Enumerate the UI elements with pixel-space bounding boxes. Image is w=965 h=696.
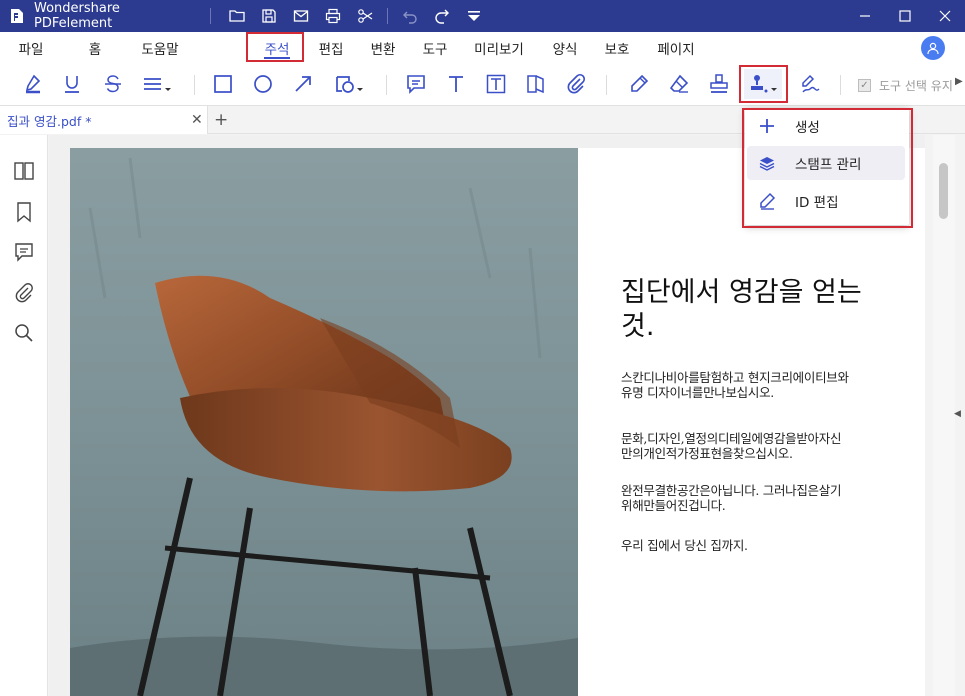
annotation-toolbar: ✓ 도구 선택 유지: [0, 63, 965, 106]
menu-page[interactable]: 페이지: [650, 32, 702, 63]
divider: [606, 75, 607, 95]
title-bar: Wondershare PDFelement: [0, 0, 965, 32]
highlight-icon[interactable]: [18, 69, 48, 99]
menu-bar: 파일 홈 도움말 주석 편집 변환 도구 미리보기 양식 보호 페이지: [0, 32, 965, 63]
keep-tool-label: 도구 선택 유지: [879, 79, 953, 93]
rectangle-icon[interactable]: [208, 69, 238, 99]
document-heading: 집단에서 영감을 얻는것.: [621, 277, 862, 342]
arrow-icon[interactable]: [288, 69, 318, 99]
shapes-icon[interactable]: [330, 69, 368, 99]
highlight-stamp-menu: [742, 108, 913, 228]
menu-help[interactable]: 도움말: [134, 32, 186, 63]
vertical-scrollbar[interactable]: [933, 135, 955, 696]
close-tab-icon[interactable]: ✕: [191, 113, 203, 127]
circle-icon[interactable]: [248, 69, 278, 99]
keep-tool-checkbox[interactable]: ✓: [858, 79, 871, 92]
chair-photo: [70, 148, 578, 696]
document-paragraph: 문화,디자인,열정의디테일에영감을받아자신만의개인적가정표현을찾으십시오.: [621, 431, 842, 461]
divider: [386, 75, 387, 95]
menu-preview[interactable]: 미리보기: [468, 32, 530, 63]
menu-file[interactable]: 파일: [10, 32, 52, 63]
thumbnails-icon[interactable]: [12, 159, 36, 183]
minimize-button[interactable]: [848, 0, 882, 32]
comments-icon[interactable]: [12, 240, 36, 264]
mail-icon[interactable]: [285, 0, 317, 32]
underline-icon[interactable]: [57, 69, 87, 99]
menu-tools[interactable]: 도구: [416, 32, 454, 63]
attachment-icon[interactable]: [561, 69, 591, 99]
divider: [210, 8, 211, 24]
callout-icon[interactable]: [521, 69, 551, 99]
customize-icon[interactable]: [458, 0, 490, 32]
signature-icon[interactable]: [796, 69, 826, 99]
bookmark-icon[interactable]: [12, 200, 36, 224]
user-avatar[interactable]: [921, 36, 945, 60]
document-paragraph: 스칸디나비아를탐험하고 현지크리에이티브와유명 디자이너를만나보십시오.: [621, 370, 849, 400]
text-tool-icon[interactable]: [441, 69, 471, 99]
document-tab[interactable]: 집과 영감.pdf *: [0, 106, 208, 134]
stamp-icon[interactable]: [704, 69, 734, 99]
pencil-icon[interactable]: [624, 69, 654, 99]
menu-edit[interactable]: 편집: [312, 32, 350, 63]
document-tab-label: 집과 영감.pdf *: [7, 113, 92, 129]
highlight-comment-menu: [246, 32, 304, 62]
highlight-stamp-button: [739, 65, 788, 103]
folder-icon[interactable]: [221, 0, 253, 32]
scrollbar-thumb[interactable]: [939, 163, 948, 219]
save-icon[interactable]: [253, 0, 285, 32]
app-title: Wondershare PDFelement: [34, 1, 120, 31]
strikethrough-icon[interactable]: [98, 69, 128, 99]
menu-home[interactable]: 홈: [74, 32, 116, 63]
menu-form[interactable]: 양식: [546, 32, 584, 63]
app-logo-icon: [8, 7, 26, 25]
divider: [194, 75, 195, 95]
undo-icon[interactable]: [394, 0, 426, 32]
redo-icon[interactable]: [426, 0, 458, 32]
new-tab-icon[interactable]: +: [214, 110, 228, 130]
search-icon[interactable]: [12, 321, 36, 345]
left-panel: [0, 135, 48, 696]
eraser-icon[interactable]: [664, 69, 694, 99]
scissors-icon[interactable]: [349, 0, 381, 32]
sticky-note-icon[interactable]: [401, 69, 431, 99]
document-paragraph: 우리 집에서 당신 집까지.: [621, 538, 748, 553]
close-button[interactable]: [928, 0, 962, 32]
text-box-icon[interactable]: [481, 69, 511, 99]
print-icon[interactable]: [317, 0, 349, 32]
divider: [387, 8, 388, 24]
document-paragraph: 완전무결한공간은아닙니다. 그러나집은살기위해만들어진겁니다.: [621, 483, 842, 513]
maximize-button[interactable]: [888, 0, 922, 32]
expand-right-panel-icon[interactable]: ◀: [954, 409, 961, 419]
divider: [840, 75, 841, 95]
menu-protect[interactable]: 보호: [598, 32, 636, 63]
line-style-icon[interactable]: [138, 69, 176, 99]
attachments-icon[interactable]: [12, 281, 36, 305]
menu-convert[interactable]: 변환: [364, 32, 402, 63]
toolbar-overflow-icon[interactable]: ▶: [955, 76, 965, 92]
keep-tool-selected[interactable]: ✓ 도구 선택 유지: [858, 77, 953, 94]
